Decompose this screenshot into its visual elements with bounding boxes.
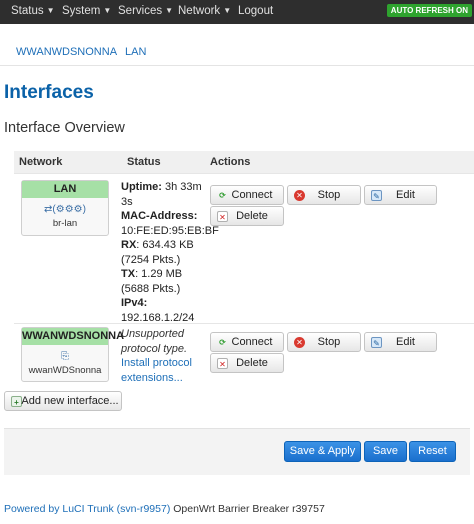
network-badge-wwanwdsnonna: WWANWDSNONNA ⎘ wwanWDSnonna (21, 327, 124, 382)
chevron-down-icon: ▼ (223, 6, 232, 15)
menu-logout[interactable]: Logout (238, 0, 273, 24)
add-new-interface-button[interactable]: + Add new interface... (4, 391, 122, 411)
luci-link[interactable]: Powered by LuCI Trunk (svn-r9957) (4, 503, 170, 515)
interface-tabs: WWANWDSNONNA LAN (0, 38, 474, 66)
stop-button-wwanwdsnonna[interactable]: ✕ Stop (287, 332, 361, 352)
menu-system[interactable]: System ▼ (62, 0, 111, 24)
table-row-wwanwdsnonna: WWANWDSNONNA ⎘ wwanWDSnonna Unsupported … (14, 323, 474, 385)
ethernet-port-icon: ⎘ (61, 351, 69, 362)
chevron-down-icon: ▼ (46, 6, 55, 15)
reset-button[interactable]: Reset (409, 441, 456, 462)
stop-button-lan[interactable]: ✕ Stop (287, 185, 361, 205)
delete-button-lan[interactable]: ✕ Delete (210, 206, 284, 226)
column-header-actions: Actions (210, 156, 251, 168)
device-name: br-lan (52, 218, 78, 229)
edit-button-lan[interactable]: ✎ Edit (364, 185, 437, 205)
save-button[interactable]: Save (364, 441, 407, 462)
column-header-status: Status (127, 156, 161, 168)
interface-status: Unsupported protocol type. Install proto… (121, 327, 209, 385)
footer: Powered by LuCI Trunk (svn-r9957) OpenWr… (4, 503, 325, 515)
auto-refresh-badge[interactable]: AUTO REFRESH ON (386, 4, 472, 17)
tab-lan[interactable]: LAN (125, 46, 146, 58)
connect-button-wwanwdsnonna[interactable]: ⟳ Connect (210, 332, 284, 352)
menu-services[interactable]: Services ▼ (118, 0, 173, 24)
network-name: WWANWDSNONNA (22, 328, 124, 345)
menu-status[interactable]: Status ▼ (11, 0, 55, 24)
delete-button-wwanwdsnonna[interactable]: ✕ Delete (210, 353, 284, 373)
install-protocol-extensions-link[interactable]: Install protocol extensions... (121, 356, 209, 385)
firmware-version: OpenWrt Barrier Breaker r39757 (170, 503, 325, 515)
menu-network[interactable]: Network ▼ (178, 0, 231, 24)
tab-wwanwdsnonna[interactable]: WWANWDSNONNA (16, 46, 117, 58)
top-navigation-bar: Status ▼ System ▼ Services ▼ Network ▼ Logou… (0, 0, 474, 24)
chevron-down-icon: ▼ (103, 6, 112, 15)
connect-button-lan[interactable]: ⟳ Connect (210, 185, 284, 205)
table-row-lan: LAN ⇄(⚙⚙⚙) br-lan Uptime: 3h 33m 3s MAC-… (14, 173, 474, 324)
ethernet-bridge-icon: ⇄(⚙⚙⚙) (44, 204, 86, 215)
column-header-network: Network (19, 156, 63, 168)
section-title: Interface Overview (4, 120, 125, 136)
edit-button-wwanwdsnonna[interactable]: ✎ Edit (364, 332, 437, 352)
network-badge-lan: LAN ⇄(⚙⚙⚙) br-lan (21, 180, 109, 236)
interface-status: Uptime: 3h 33m 3s MAC-Address: 10:FE:ED:… (121, 181, 219, 324)
table-header: Network Status Actions (14, 151, 474, 173)
page-title: Interfaces (4, 82, 94, 103)
chevron-down-icon: ▼ (165, 6, 174, 15)
device-name: wwanWDSnonna (28, 365, 102, 376)
unsupported-protocol-text: Unsupported protocol type. (121, 328, 188, 355)
network-name: LAN (22, 181, 108, 198)
save-and-apply-button[interactable]: Save & Apply (284, 441, 361, 462)
